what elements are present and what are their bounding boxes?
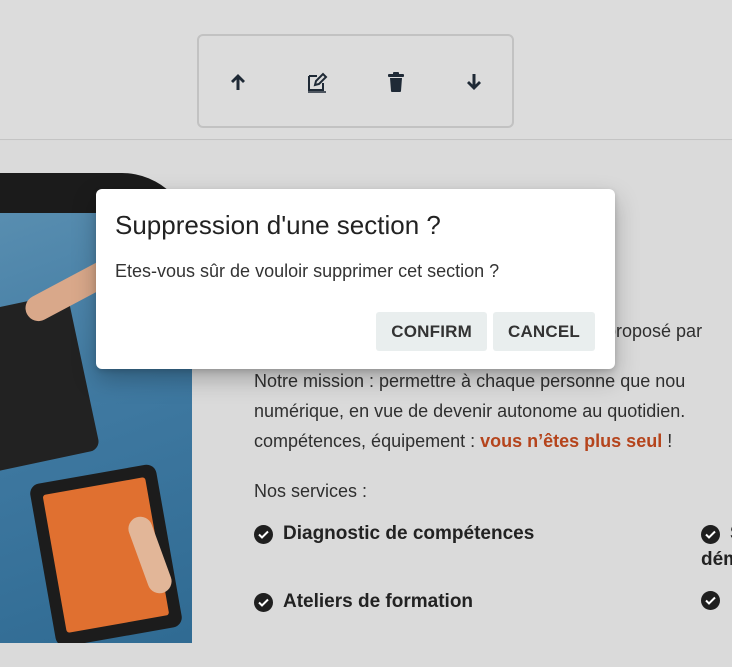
- dialog-actions: CONFIRM CANCEL: [376, 312, 595, 351]
- confirm-button[interactable]: CONFIRM: [376, 312, 487, 351]
- cancel-button[interactable]: CANCEL: [492, 312, 595, 351]
- dialog-message: Etes-vous sûr de vouloir supprimer cet s…: [115, 261, 500, 281]
- dialog-title: Suppression d'une section ?: [115, 210, 441, 240]
- delete-confirm-dialog: Suppression d'une section ? Etes-vous sû…: [96, 189, 615, 369]
